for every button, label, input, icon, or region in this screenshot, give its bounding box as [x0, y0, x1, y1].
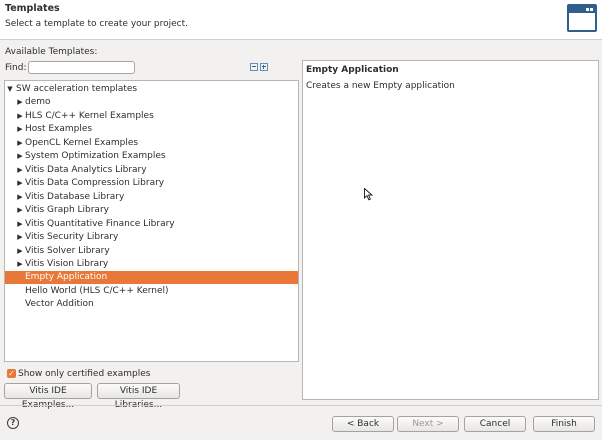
chevron-right-icon[interactable]: ▶: [16, 137, 24, 150]
tree-item-quantitative-finance[interactable]: ▶ Vitis Quantitative Finance Library: [5, 218, 298, 231]
finish-button[interactable]: Finish: [533, 416, 595, 432]
footer-separator: [0, 405, 602, 406]
chevron-right-icon[interactable]: ▶: [16, 150, 24, 163]
expand-all-icon[interactable]: [260, 63, 268, 71]
chevron-right-icon[interactable]: ▶: [16, 204, 24, 217]
help-icon[interactable]: ?: [7, 417, 19, 429]
page-title: Templates: [5, 3, 60, 14]
chevron-right-icon[interactable]: ▶: [16, 96, 24, 109]
tree-item-empty-application[interactable]: Empty Application: [5, 271, 298, 284]
tree-item-system-optimization-examples[interactable]: ▶ System Optimization Examples: [5, 150, 298, 163]
find-label: Find:: [5, 63, 27, 73]
tree-item-solver[interactable]: ▶ Vitis Solver Library: [5, 245, 298, 258]
chevron-right-icon[interactable]: ▶: [16, 177, 24, 190]
available-templates-label: Available Templates:: [5, 47, 98, 57]
chevron-right-icon[interactable]: ▶: [16, 123, 24, 136]
chevron-down-icon[interactable]: ▼: [6, 83, 14, 96]
cancel-button[interactable]: Cancel: [464, 416, 526, 432]
tree-item-security[interactable]: ▶ Vitis Security Library: [5, 231, 298, 244]
collapse-all-icon[interactable]: [250, 63, 258, 71]
tree-root[interactable]: ▼ SW acceleration templates: [5, 83, 298, 96]
back-button[interactable]: < Back: [332, 416, 394, 432]
description-text: Creates a new Empty application: [306, 81, 455, 91]
next-button[interactable]: Next >: [397, 416, 459, 432]
certified-checkbox[interactable]: ✓: [7, 369, 16, 378]
tree-item-hello-world[interactable]: Hello World (HLS C/C++ Kernel): [5, 285, 298, 298]
wizard-header: Templates Select a template to create yo…: [0, 0, 602, 40]
chevron-right-icon[interactable]: ▶: [16, 231, 24, 244]
vitis-ide-libraries-button[interactable]: Vitis IDE Libraries...: [97, 383, 180, 410]
vitis-ide-examples-button[interactable]: Vitis IDE Examples...: [4, 383, 92, 410]
description-title: Empty Application: [306, 65, 399, 75]
tree-item-vector-addition[interactable]: Vector Addition: [5, 298, 298, 311]
window-icon: [567, 4, 597, 32]
chevron-right-icon[interactable]: ▶: [16, 245, 24, 258]
tree-item-host-examples[interactable]: ▶ Host Examples: [5, 123, 298, 136]
chevron-right-icon[interactable]: ▶: [16, 191, 24, 204]
tree-item-hls-kernel-examples[interactable]: ▶ HLS C/C++ Kernel Examples: [5, 110, 298, 123]
mouse-pointer-icon: [364, 188, 373, 201]
page-subtitle: Select a template to create your project…: [5, 19, 189, 29]
tree-item-demo[interactable]: ▶ demo: [5, 96, 298, 109]
template-description-panel: Empty Application Creates a new Empty ap…: [302, 60, 599, 400]
template-tree[interactable]: ▼ SW acceleration templates ▶ demo ▶ HLS…: [4, 80, 299, 362]
tree-item-data-compression[interactable]: ▶ Vitis Data Compression Library: [5, 177, 298, 190]
tree-item-vision[interactable]: ▶ Vitis Vision Library: [5, 258, 298, 271]
tree-item-database[interactable]: ▶ Vitis Database Library: [5, 191, 298, 204]
certified-checkbox-label[interactable]: Show only certified examples: [18, 369, 150, 379]
chevron-right-icon[interactable]: ▶: [16, 110, 24, 123]
find-input[interactable]: [28, 61, 135, 74]
tree-item-graph[interactable]: ▶ Vitis Graph Library: [5, 204, 298, 217]
chevron-right-icon[interactable]: ▶: [16, 218, 24, 231]
chevron-right-icon[interactable]: ▶: [16, 258, 24, 271]
tree-item-data-analytics[interactable]: ▶ Vitis Data Analytics Library: [5, 164, 298, 177]
chevron-right-icon[interactable]: ▶: [16, 164, 24, 177]
tree-item-opencl-kernel-examples[interactable]: ▶ OpenCL Kernel Examples: [5, 137, 298, 150]
